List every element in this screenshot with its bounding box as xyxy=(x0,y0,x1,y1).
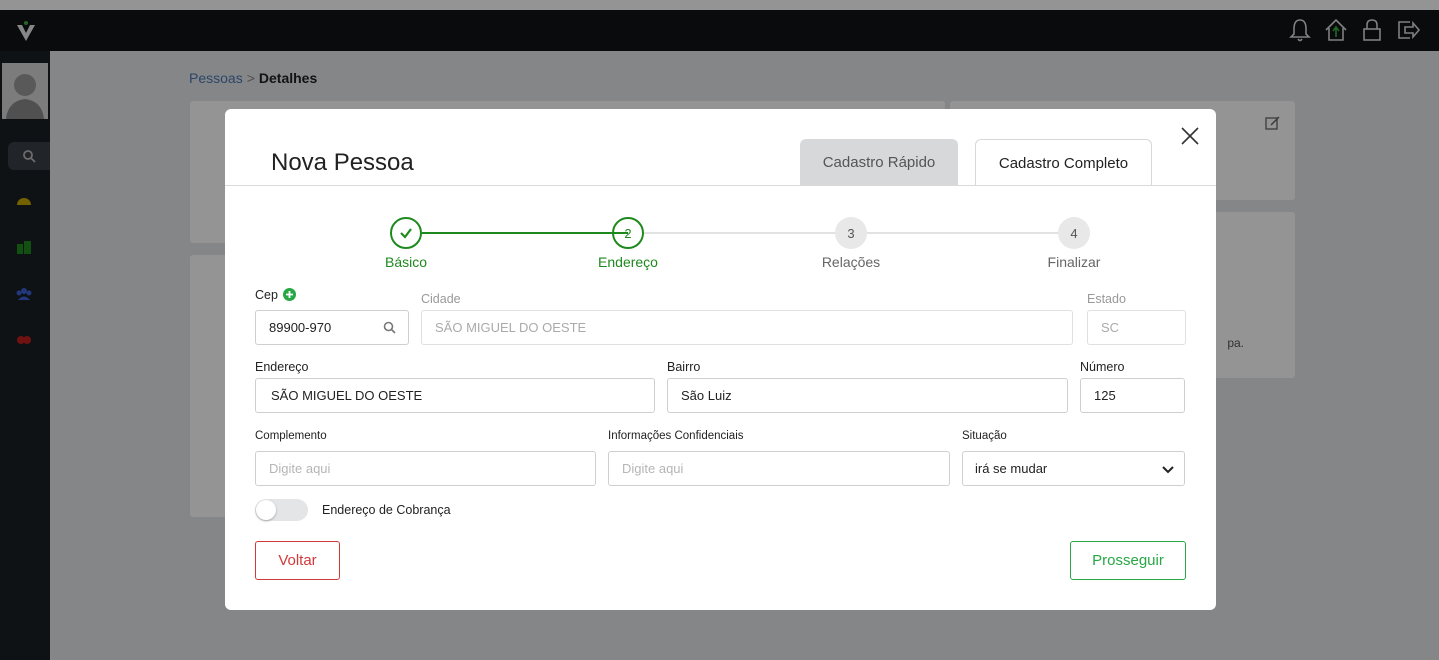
info-confidencial-label: Informações Confidenciais xyxy=(608,430,744,442)
situacao-select[interactable]: irá se mudar xyxy=(962,451,1185,486)
complemento-label: Complemento xyxy=(255,430,327,442)
header-divider xyxy=(225,185,1216,186)
toggle-knob xyxy=(256,500,276,520)
step-2-label: Endereço xyxy=(598,254,658,270)
numero-input[interactable]: 125 xyxy=(1080,378,1185,413)
cidade-label: Cidade xyxy=(421,292,461,306)
info-confidencial-input[interactable]: Digite aqui xyxy=(608,451,950,486)
situacao-value: irá se mudar xyxy=(975,461,1048,476)
cep-label: Cep xyxy=(255,288,278,302)
endereco-label: Endereço xyxy=(255,360,309,374)
cep-input[interactable]: 89900-970 xyxy=(255,310,409,345)
billing-address-label: Endereço de Cobrança xyxy=(322,503,451,517)
new-person-modal: Nova Pessoa Cadastro Rápido Cadastro Com… xyxy=(225,109,1216,610)
next-button[interactable]: Prosseguir xyxy=(1070,541,1186,580)
complemento-input[interactable]: Digite aqui xyxy=(255,451,596,486)
step-4-label: Finalizar xyxy=(1047,254,1101,270)
step-4-circle[interactable]: 4 xyxy=(1058,217,1090,249)
check-icon xyxy=(400,228,412,239)
modal-title: Nova Pessoa xyxy=(271,149,414,176)
back-button[interactable]: Voltar xyxy=(255,541,340,580)
add-cep-icon[interactable] xyxy=(283,288,296,301)
numero-label: Número xyxy=(1080,360,1125,374)
step-3-circle[interactable]: 3 xyxy=(835,217,867,249)
estado-label: Estado xyxy=(1087,292,1126,306)
step-1-circle[interactable] xyxy=(390,217,422,249)
step-connector xyxy=(644,232,851,234)
tab-full-register[interactable]: Cadastro Completo xyxy=(975,139,1152,186)
bairro-input[interactable]: São Luiz xyxy=(667,378,1068,413)
step-connector-done xyxy=(422,232,628,234)
bairro-label: Bairro xyxy=(667,360,701,374)
endereco-input[interactable]: SÃO MIGUEL DO OESTE xyxy=(255,378,655,413)
situacao-label: Situação xyxy=(962,430,1007,442)
cep-value: 89900-970 xyxy=(269,320,332,335)
search-icon[interactable] xyxy=(383,321,396,334)
estado-input[interactable]: SC xyxy=(1087,310,1186,345)
close-icon[interactable] xyxy=(1179,125,1201,147)
billing-address-toggle[interactable] xyxy=(255,499,308,521)
step-3-label: Relações xyxy=(821,254,881,270)
tab-quick-register[interactable]: Cadastro Rápido xyxy=(800,139,958,186)
step-2-circle[interactable]: 2 xyxy=(612,217,644,249)
chevron-down-icon xyxy=(1162,466,1174,474)
step-1-label: Básico xyxy=(384,254,428,270)
step-connector xyxy=(867,232,1074,234)
cidade-input[interactable]: SÃO MIGUEL DO OESTE xyxy=(421,310,1073,345)
